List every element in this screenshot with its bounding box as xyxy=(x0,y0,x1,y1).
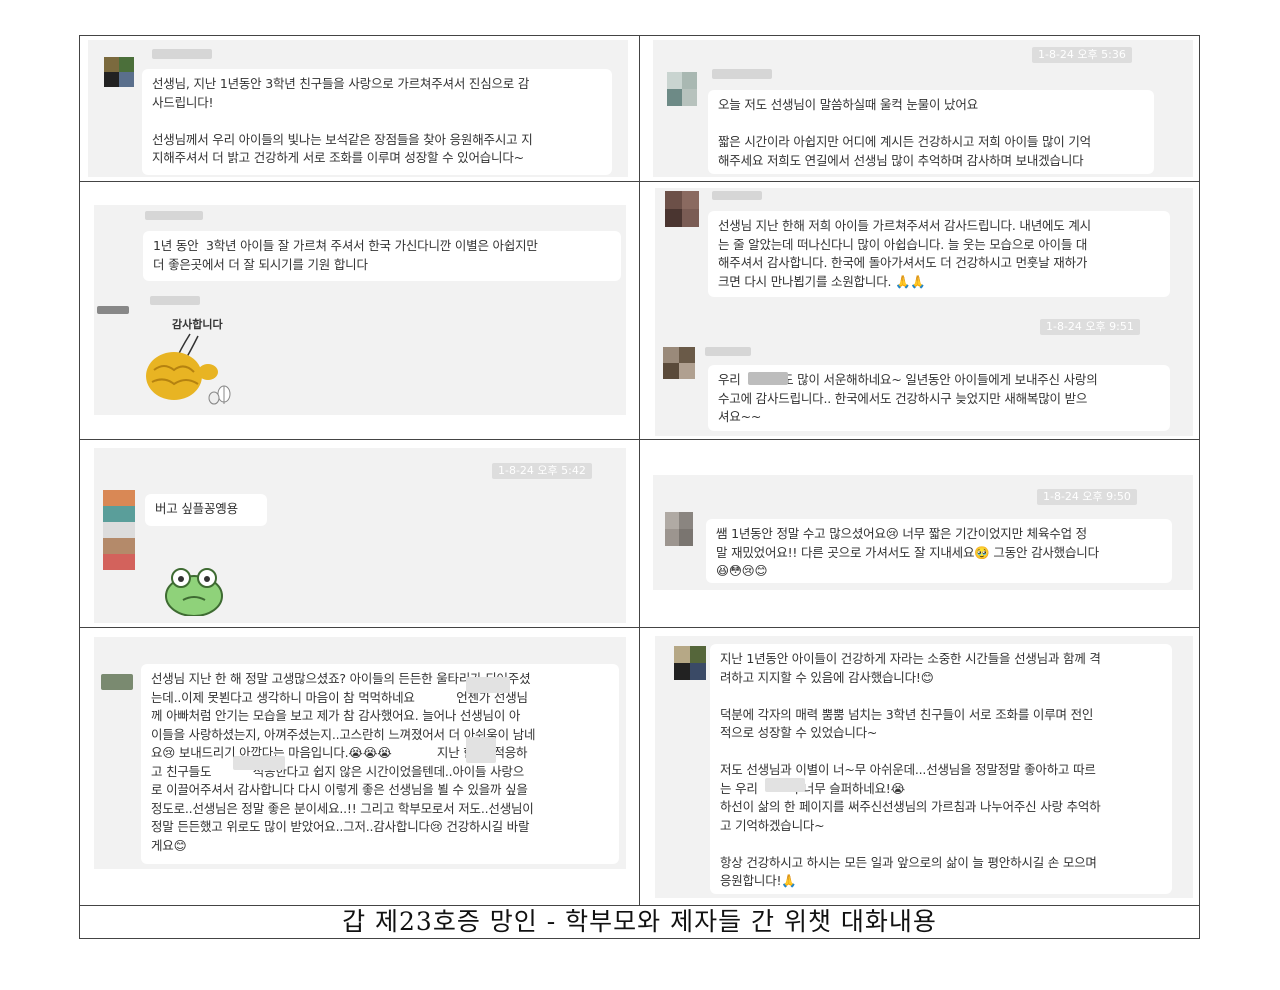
column-divider xyxy=(639,35,640,905)
document-caption: 갑 제23호증 망인 - 학부모와 제자들 간 위챗 대화내용 xyxy=(342,907,937,936)
avatar xyxy=(97,306,129,314)
message-bubble: 지난 1년동안 아이들이 건강하게 자라는 소중한 시간들을 선생님과 함께 격… xyxy=(710,644,1172,894)
message-bubble: 선생님 지난 한 해 정말 고생많으셨죠? 아이들의 든든한 울타리가 되어주셨… xyxy=(141,664,619,864)
redacted-name xyxy=(466,677,510,693)
avatar xyxy=(101,674,133,690)
avatar xyxy=(674,646,706,680)
timestamp: 1-8-24 오후 5:36 xyxy=(1032,47,1132,63)
message-bubble: 선생님 지난 한해 저희 아이들 가르쳐주셔서 감사드립니다. 내년에도 계시 … xyxy=(708,211,1170,297)
avatar xyxy=(103,490,135,570)
redacted-name xyxy=(765,778,805,792)
blurred-name xyxy=(150,296,200,305)
avatar xyxy=(104,57,134,87)
message-bubble: 오늘 저도 선생님이 말씀하실때 울컥 눈물이 났어요 짧은 시간이라 아쉽지만… xyxy=(708,90,1154,174)
blurred-name xyxy=(152,49,212,59)
blurred-name xyxy=(712,69,772,79)
blurred-name xyxy=(145,211,203,220)
message-bubble: 1년 동안 3학년 아이들 잘 가르쳐 주셔서 한국 가신다니깐 이별은 아쉽지… xyxy=(143,231,621,281)
row-divider-3 xyxy=(79,627,1200,628)
row-divider-1 xyxy=(79,181,1200,182)
avatar xyxy=(663,347,695,379)
timestamp: 1-8-24 오후 9:50 xyxy=(1037,489,1137,505)
timestamp: 1-8-24 오후 9:51 xyxy=(1040,319,1140,335)
frog-sticker-icon xyxy=(165,568,223,616)
blurred-name xyxy=(705,347,751,356)
sticker-caption: 감사합니다 xyxy=(172,318,223,331)
message-bubble: 버고 싶플꽁옝용 xyxy=(145,494,267,526)
row-divider-2 xyxy=(79,439,1200,440)
avatar xyxy=(665,191,699,227)
redacted-name xyxy=(233,756,285,770)
avatar xyxy=(667,72,697,106)
avatar xyxy=(665,512,693,546)
blurred-name xyxy=(712,191,762,200)
redacted-name xyxy=(466,737,496,763)
redacted-name xyxy=(748,372,788,385)
bird-sticker-icon xyxy=(146,333,231,405)
message-bubble: 쌤 1년동안 정말 수고 많으셨어요😢 너무 짧은 기간이었지만 체육수업 정 … xyxy=(706,519,1172,583)
timestamp: 1-8-24 오후 5:42 xyxy=(492,463,592,479)
message-bubble: 선생님, 지난 1년동안 3학년 친구들을 사랑으로 가르쳐주셔서 진심으로 감… xyxy=(142,69,612,175)
